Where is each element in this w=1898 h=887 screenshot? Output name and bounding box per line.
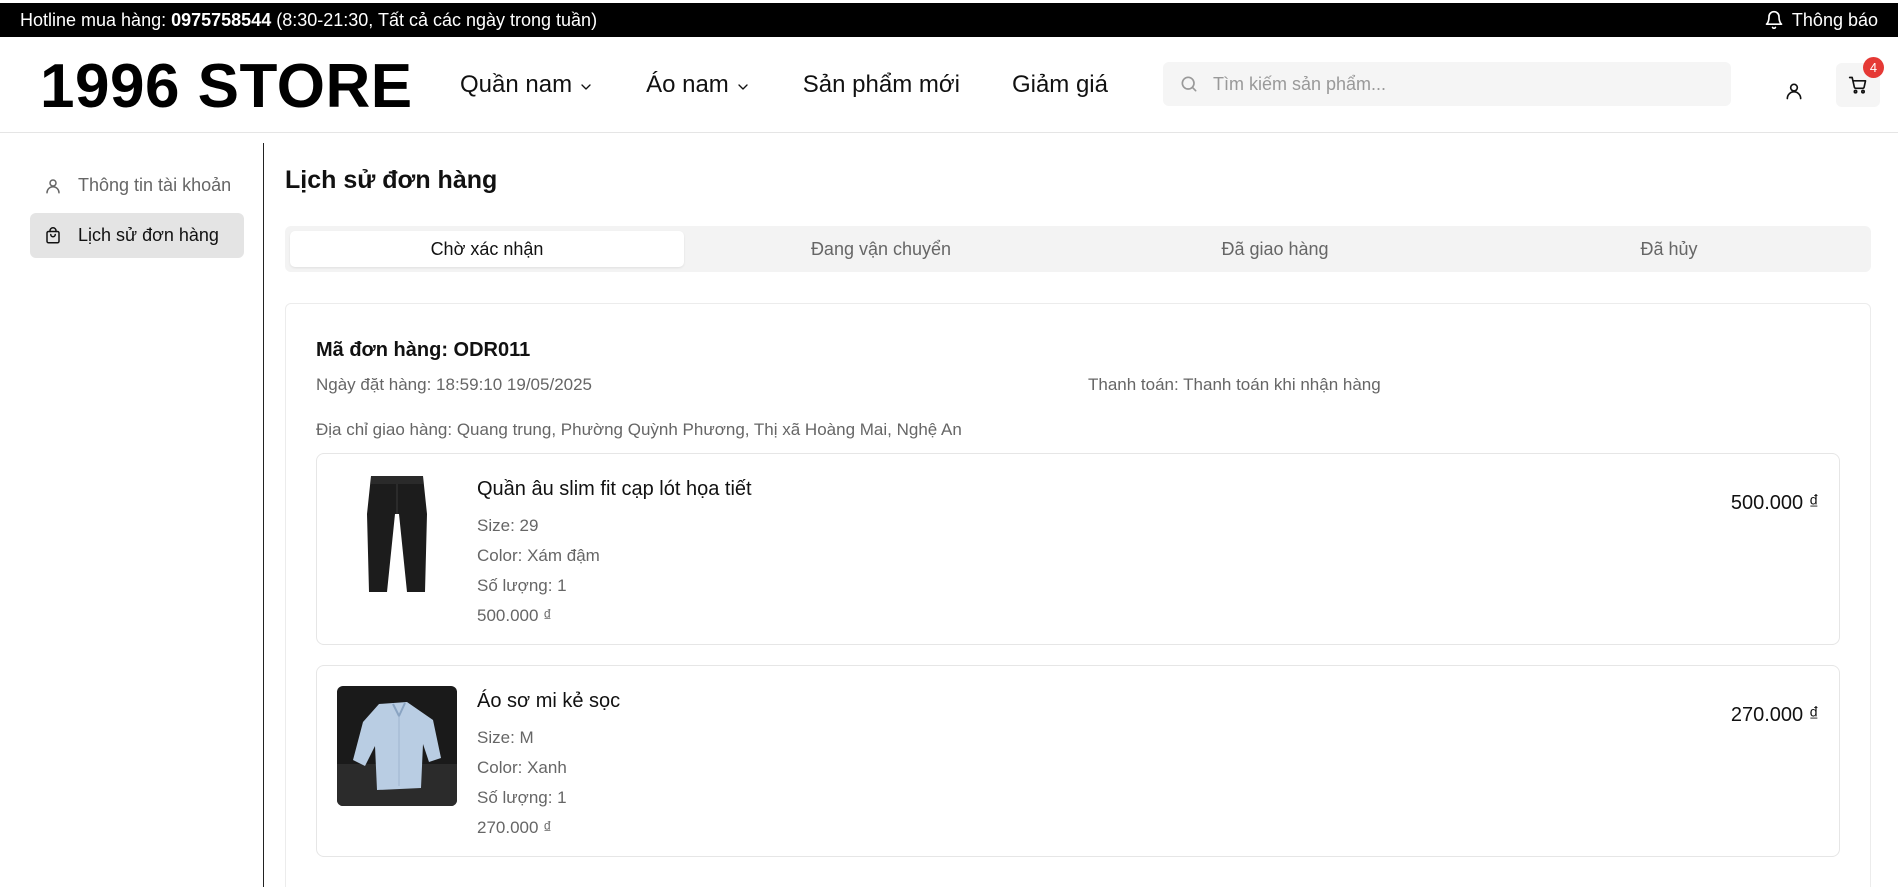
account-sidebar: Thông tin tài khoản Lịch sử đơn hàng: [0, 143, 264, 887]
search-box: [1163, 62, 1731, 106]
nav-item-san-pham-moi[interactable]: Sản phẩm mới: [803, 71, 960, 99]
order-item: Quần âu slim fit cạp lót họa tiết Size: …: [316, 453, 1840, 645]
order-id: Mã đơn hàng: ODR011: [316, 339, 531, 361]
notification-label: Thông báo: [1791, 9, 1878, 30]
order-date: Ngày đặt hàng: 18:59:10 19/05/2025: [316, 375, 593, 394]
top-announcement-bar: Hotline mua hàng: 0975758544 (8:30-21:30…: [0, 0, 1898, 37]
sidebar-item-order-history[interactable]: Lịch sử đơn hàng: [30, 213, 244, 258]
nav-label: Quần nam: [460, 71, 573, 98]
account-button[interactable]: [1774, 71, 1814, 111]
tab-delivered[interactable]: Đã giao hàng: [1078, 231, 1472, 267]
product-image-shirt[interactable]: [337, 686, 457, 806]
product-unit-price: 270.000 ₫: [477, 818, 552, 837]
cart-count-badge: 4: [1863, 57, 1884, 78]
order-shipping-address: Địa chỉ giao hàng: Quang trung, Phường Q…: [316, 420, 962, 439]
bell-icon: [1765, 10, 1783, 30]
tab-shipping[interactable]: Đang vận chuyển: [684, 231, 1078, 267]
nav-label: Áo nam: [646, 71, 729, 98]
item-total-price: 270.000 ₫: [1730, 704, 1819, 726]
chevron-down-icon: [581, 83, 591, 90]
nav-label: Sản phẩm mới: [802, 71, 960, 98]
product-quantity: Số lượng: 1: [477, 576, 567, 595]
sidebar-item-account-info[interactable]: Thông tin tài khoản: [30, 163, 244, 208]
cart-button[interactable]: 4: [1836, 57, 1884, 107]
order-item: Áo sơ mi kẻ sọc Size: M Color: Xanh Số l…: [316, 665, 1840, 857]
product-color: Color: Xám đậm: [477, 546, 600, 565]
product-info: Áo sơ mi kẻ sọc Size: M Color: Xanh Số l…: [477, 690, 620, 843]
product-name[interactable]: Quần âu slim fit cạp lót họa tiết: [477, 478, 752, 501]
site-header: 1996 STORE Quần nam Áo nam Sản phẩm mới …: [0, 37, 1898, 133]
tab-pending[interactable]: Chờ xác nhận: [290, 231, 684, 267]
notification-button[interactable]: Thông báo: [1764, 10, 1878, 31]
shopping-bag-icon: [46, 226, 60, 243]
product-name[interactable]: Áo sơ mi kẻ sọc: [477, 690, 620, 713]
product-size: Size: M: [477, 728, 534, 747]
product-quantity: Số lượng: 1: [477, 788, 567, 807]
product-unit-price: 500.000 ₫: [477, 606, 552, 625]
product-color: Color: Xanh: [477, 758, 567, 777]
product-size: Size: 29: [477, 516, 539, 535]
tab-cancelled[interactable]: Đã hủy: [1472, 231, 1866, 267]
search-input[interactable]: [1213, 73, 1713, 95]
chevron-down-icon: [738, 83, 748, 90]
product-info: Quần âu slim fit cạp lót họa tiết Size: …: [477, 478, 752, 631]
product-image-pants[interactable]: [337, 474, 457, 594]
sidebar-item-label: Lịch sử đơn hàng: [78, 225, 219, 245]
nav-item-giam-gia[interactable]: Giảm giá: [1012, 71, 1108, 99]
user-icon: [46, 178, 60, 193]
hotline-hours: (8:30-21:30, Tất cả các ngày trong tuần): [271, 9, 598, 30]
hotline-label: Hotline mua hàng:: [20, 9, 172, 30]
order-status-tabs: Chờ xác nhận Đang vận chuyển Đã giao hàn…: [285, 226, 1871, 272]
nav-label: Giảm giá: [1011, 71, 1108, 98]
store-logo[interactable]: 1996 STORE: [40, 51, 413, 122]
page-title: Lịch sử đơn hàng: [285, 166, 498, 194]
item-total-price: 500.000 ₫: [1730, 492, 1819, 514]
cart-icon: [1848, 76, 1867, 94]
nav-item-ao-nam[interactable]: Áo nam: [646, 71, 751, 99]
order-payment-method: Thanh toán: Thanh toán khi nhận hàng: [1088, 375, 1381, 394]
nav-item-quan-nam[interactable]: Quần nam: [460, 71, 594, 99]
hotline-text: Hotline mua hàng: 0975758544 (8:30-21:30…: [20, 10, 597, 31]
search-icon: [1181, 76, 1197, 92]
order-card: Mã đơn hàng: ODR011 Ngày đặt hàng: 18:59…: [285, 303, 1871, 887]
sidebar-item-label: Thông tin tài khoản: [78, 175, 232, 195]
user-icon: [1786, 83, 1802, 100]
main-nav: Quần nam Áo nam Sản phẩm mới Giảm giá: [460, 71, 1160, 99]
hotline-number[interactable]: 0975758544: [171, 10, 271, 30]
